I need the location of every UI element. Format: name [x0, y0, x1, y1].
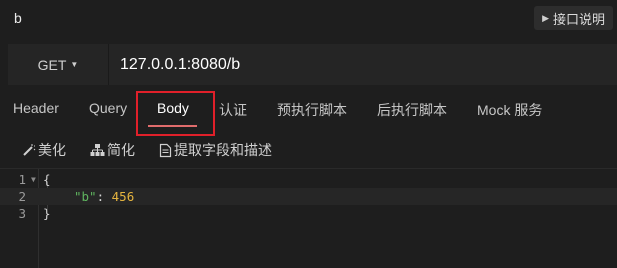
request-tabs: Header Query Body 认证 预执行脚本 后执行脚本 Mock 服务	[0, 92, 617, 128]
title-bar: b ▶ 接口说明	[0, 0, 617, 36]
tab-post-script[interactable]: 后执行脚本	[377, 100, 447, 120]
simplify-label: 简化	[107, 142, 135, 158]
caret-down-icon: ▼	[70, 60, 79, 69]
url-input[interactable]	[118, 44, 612, 85]
code-line: 3 }	[0, 205, 617, 222]
tab-mock-service[interactable]: Mock 服务	[477, 100, 542, 120]
tab-query[interactable]: Query	[89, 100, 127, 116]
json-entry: "b": 456	[74, 188, 134, 205]
beautify-label: 美化	[38, 142, 66, 158]
tab-header[interactable]: Header	[13, 100, 59, 116]
sitemap-icon	[90, 144, 105, 156]
window-title: b	[14, 10, 22, 26]
fold-toggle-icon[interactable]: ▼	[31, 171, 36, 188]
open-brace: {	[43, 172, 51, 187]
request-bar: GET ▼	[8, 44, 617, 85]
beautify-button[interactable]: 美化	[22, 140, 66, 160]
line-number: 3	[18, 206, 26, 221]
magic-wand-icon	[23, 144, 36, 156]
close-brace: }	[43, 206, 51, 221]
json-editor[interactable]: 1 ▼ { 2 "b": 456 3 }	[0, 168, 617, 268]
json-key: "b"	[74, 189, 97, 204]
line-number: 1	[18, 172, 26, 187]
document-icon	[159, 143, 172, 157]
code-line: 2 "b": 456	[0, 188, 617, 205]
extract-fields-label: 提取字段和描述	[174, 142, 272, 158]
json-separator: :	[96, 189, 112, 204]
annotation-highlight-box	[136, 91, 215, 136]
tab-auth[interactable]: 认证	[219, 100, 247, 120]
body-toolbar: 美化 简化 提取字段和描述	[0, 136, 617, 164]
caret-right-icon: ▶	[542, 12, 549, 23]
api-doc-button[interactable]: ▶ 接口说明	[534, 6, 613, 30]
api-doc-label: 接口说明	[552, 11, 605, 27]
simplify-button[interactable]: 简化	[90, 140, 135, 160]
method-select[interactable]: GET ▼	[8, 44, 109, 85]
json-value: 456	[111, 189, 135, 204]
tab-pre-script[interactable]: 预执行脚本	[277, 100, 347, 120]
code-line: 1 ▼ {	[0, 171, 617, 188]
method-label: GET	[37, 56, 67, 73]
line-number: 2	[18, 189, 26, 204]
extract-fields-button[interactable]: 提取字段和描述	[159, 140, 272, 160]
